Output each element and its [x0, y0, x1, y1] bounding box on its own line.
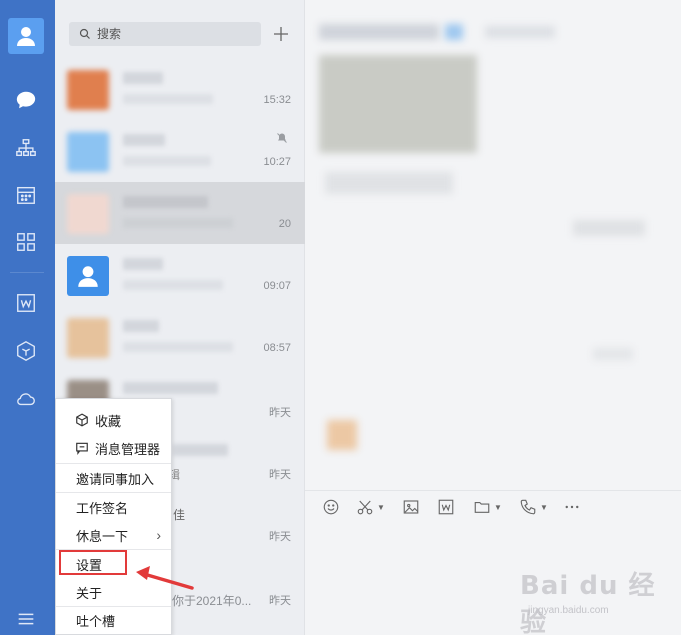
timestamp: 昨天 — [269, 531, 291, 543]
image-button[interactable] — [402, 497, 420, 517]
menu-item-message-manager[interactable]: 消息管理器 — [56, 434, 171, 462]
search-input[interactable] — [97, 24, 247, 44]
avatar — [67, 194, 109, 234]
search-box[interactable] — [69, 22, 261, 46]
conversation-item[interactable]: 10:27 — [55, 120, 305, 182]
emoji-button[interactable] — [322, 497, 340, 517]
scissors-icon — [357, 500, 373, 515]
conversation-item[interactable]: 09:07 — [55, 244, 305, 306]
menu-item-invite[interactable]: 邀请同事加入 — [56, 464, 171, 492]
chat-panel: ▼ ▼ ▼ — [305, 0, 681, 635]
timestamp: 10:27 — [263, 156, 291, 168]
person-icon — [17, 27, 35, 46]
mute-icon — [277, 133, 287, 143]
call-button[interactable]: ▼ — [519, 497, 548, 517]
cloud-icon[interactable] — [13, 385, 39, 411]
image-message — [319, 55, 477, 153]
avatar — [67, 70, 109, 110]
avatar — [67, 256, 109, 296]
chat-toolbar: ▼ ▼ ▼ — [305, 490, 681, 520]
hamburger-menu-icon[interactable] — [13, 606, 39, 632]
chat-icon[interactable] — [13, 87, 39, 113]
add-button[interactable] — [271, 24, 291, 44]
image-icon — [403, 500, 419, 514]
timestamp: 20 — [278, 218, 291, 230]
menu-item-signature[interactable]: 工作签名 — [56, 493, 171, 521]
more-dots-icon — [565, 505, 579, 509]
search-icon — [79, 28, 90, 39]
caret-down-icon: ▼ — [494, 502, 502, 512]
calendar-icon[interactable] — [13, 182, 39, 208]
conversation-item-active[interactable]: 20 — [55, 182, 305, 244]
phone-icon — [520, 499, 536, 515]
timestamp: 昨天 — [269, 407, 291, 419]
caret-down-icon: ▼ — [540, 502, 548, 512]
avatar — [67, 132, 109, 172]
apps-grid-icon[interactable] — [13, 229, 39, 255]
folder-icon — [474, 501, 490, 513]
timestamp: 08:57 — [263, 342, 291, 354]
menu-item-feedback[interactable]: 吐个槽 — [56, 606, 171, 634]
screenshot-button[interactable]: ▼ — [356, 497, 385, 517]
timestamp: 昨天 — [269, 469, 291, 481]
conversation-item[interactable]: 08:57 — [55, 306, 305, 368]
timestamp: 15:32 — [263, 94, 291, 106]
cube-icon — [75, 413, 89, 427]
document-icon[interactable] — [13, 290, 39, 316]
settings-popup-menu: 收藏 消息管理器 邀请同事加入 工作签名 休息一下 › 设置 关于 吐个槽 — [55, 398, 172, 635]
left-nav — [0, 0, 55, 635]
menu-item-favorites[interactable]: 收藏 — [56, 406, 171, 434]
timestamp: 昨天 — [269, 595, 291, 607]
conversation-item[interactable]: 15:32 — [55, 58, 305, 120]
red-arrow-annotation — [136, 566, 194, 590]
chat-title — [319, 24, 439, 40]
timestamp: 09:07 — [263, 280, 291, 292]
smiley-icon — [323, 499, 339, 515]
message-box-icon — [75, 441, 89, 455]
avatar — [67, 318, 109, 358]
word-doc-icon — [438, 499, 454, 515]
org-chart-icon[interactable] — [13, 135, 39, 161]
plus-icon — [274, 27, 288, 41]
more-button[interactable] — [563, 497, 581, 517]
file-button[interactable]: ▼ — [473, 497, 502, 517]
settings-highlight-box — [59, 550, 127, 575]
chevron-right-icon: › — [156, 527, 161, 543]
document-button[interactable] — [437, 497, 455, 517]
cube-icon[interactable] — [13, 338, 39, 364]
nav-divider — [10, 272, 44, 273]
caret-down-icon: ▼ — [377, 502, 385, 512]
user-avatar[interactable] — [8, 18, 44, 54]
person-icon — [78, 266, 98, 287]
menu-item-rest[interactable]: 休息一下 › — [56, 521, 171, 549]
baidu-watermark: Bai du 经验 jingyan.baidu.com — [520, 571, 656, 635]
